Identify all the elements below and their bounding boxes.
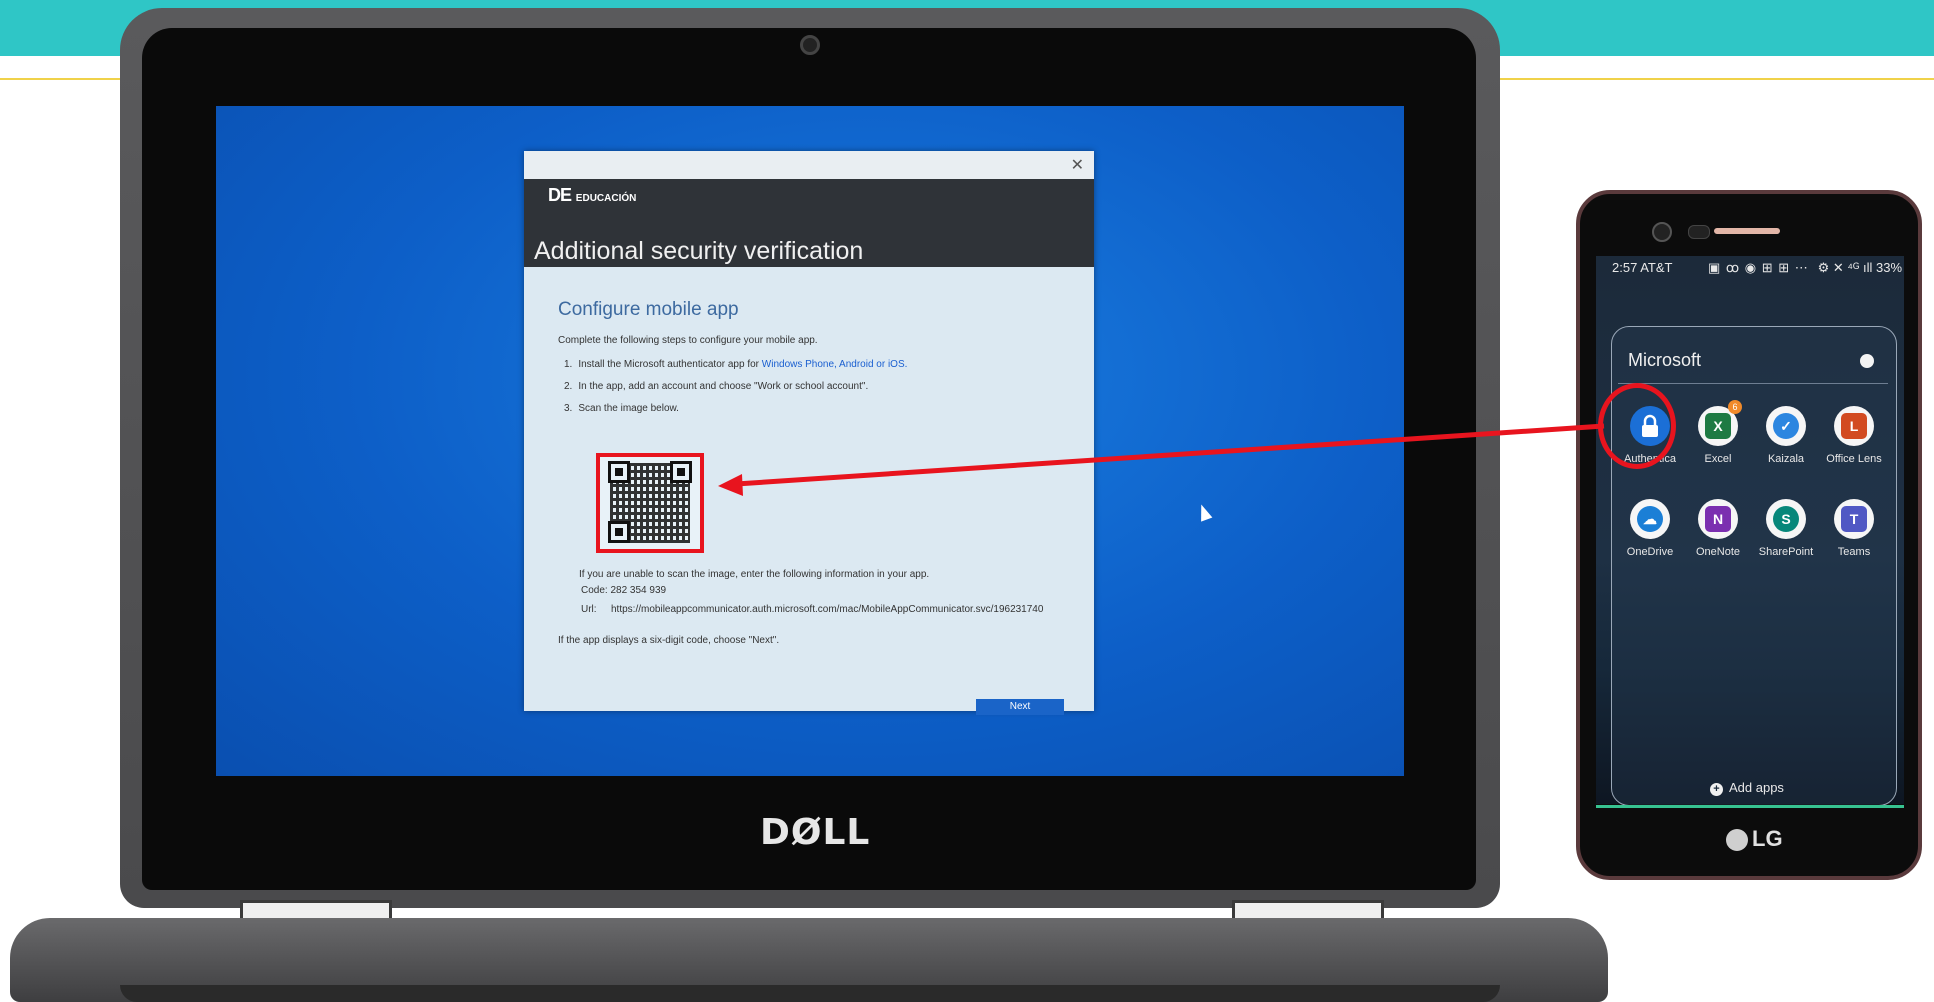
phone-camera xyxy=(1652,222,1672,242)
sharepoint-icon: S xyxy=(1766,499,1806,539)
app-teams[interactable]: T Teams xyxy=(1820,499,1888,558)
app-office-lens[interactable]: L Office Lens xyxy=(1820,406,1888,465)
phone-sensor xyxy=(1688,225,1710,239)
app-sharepoint[interactable]: S SharePoint xyxy=(1752,499,1820,558)
url-value: https://mobileappcommunicator.auth.micro… xyxy=(611,604,1044,615)
kaizala-icon: ✓ xyxy=(1766,406,1806,446)
six-digit-text: If the app displays a six-digit code, ch… xyxy=(558,635,780,646)
platform-links[interactable]: Windows Phone, Android or iOS. xyxy=(762,359,908,370)
folder-color-dot[interactable] xyxy=(1860,354,1874,368)
status-notification-icons: ▣ ꝏ ◉ ⊞ ⊞ ⋯ xyxy=(1708,260,1809,275)
status-system-icons: ⚙ ✕ ⁴ᴳ ıll 33% xyxy=(1817,260,1902,275)
laptop-base-shadow xyxy=(120,985,1500,1002)
status-time-carrier: 2:57 AT&T xyxy=(1612,260,1673,275)
org-logo-initials: DE xyxy=(548,185,572,205)
step-1: 1. Install the Microsoft authenticator ap… xyxy=(564,359,908,370)
org-logo-name: EDUCACIÓN xyxy=(575,193,637,204)
app-label: Kaizala xyxy=(1767,453,1805,465)
dell-logo: DØLL xyxy=(760,812,871,853)
folder-title: Microsoft xyxy=(1628,350,1702,370)
qr-finder-top-right xyxy=(670,461,692,483)
webcam xyxy=(800,35,820,55)
close-icon[interactable]: ✕ xyxy=(1071,155,1084,175)
unable-to-scan-text: If you are unable to scan the image, ent… xyxy=(579,569,930,580)
office-lens-icon: L xyxy=(1834,406,1874,446)
app-label: Office Lens xyxy=(1826,453,1882,465)
dialog-body: Configure mobile app Complete the follow… xyxy=(524,267,1094,715)
authenticator-highlight-circle xyxy=(1598,383,1676,469)
phone-nav-accent xyxy=(1596,805,1904,808)
notification-badge: 6 xyxy=(1728,400,1742,414)
step-1-text: Install the Microsoft authenticator app … xyxy=(578,359,762,370)
folder-divider xyxy=(1618,383,1888,384)
app-label: OneDrive xyxy=(1626,546,1674,558)
qr-finder-bottom-left xyxy=(608,521,630,543)
add-apps-button[interactable]: + Add apps xyxy=(1710,780,1784,796)
configure-heading: Configure mobile app xyxy=(558,299,739,320)
office-lens-glyph: L xyxy=(1841,413,1867,439)
onedrive-icon: ☁ xyxy=(1630,499,1670,539)
dialog-header: DE EDUCACIÓN Additional security verific… xyxy=(524,179,1094,267)
app-excel[interactable]: X 6 Excel xyxy=(1684,400,1752,465)
app-onedrive[interactable]: ☁ OneDrive xyxy=(1616,499,1684,558)
dialog-title: Additional security verification xyxy=(534,237,864,266)
teams-glyph: T xyxy=(1841,506,1867,532)
onenote-icon: N xyxy=(1698,499,1738,539)
org-logo: DE EDUCACIÓN xyxy=(548,185,638,205)
add-apps-label: Add apps xyxy=(1729,780,1784,795)
step-2-text: In the app, add an account and choose "W… xyxy=(578,381,869,392)
app-label: Excel xyxy=(1704,453,1732,465)
app-onenote[interactable]: N OneNote xyxy=(1684,499,1752,558)
app-kaizala[interactable]: ✓ Kaizala xyxy=(1752,406,1820,465)
step-3: 3. Scan the image below. xyxy=(564,403,679,414)
excel-glyph: X xyxy=(1705,413,1731,439)
mouse-cursor-icon xyxy=(1195,502,1213,522)
next-button[interactable]: Next xyxy=(976,699,1064,715)
code-value: Code: 282 354 939 xyxy=(581,585,667,596)
lg-circle-icon xyxy=(1726,829,1748,852)
app-label: Teams xyxy=(1837,546,1871,558)
teams-icon: T xyxy=(1834,499,1874,539)
step-3-text: Scan the image below. xyxy=(578,403,679,414)
step-2: 2. In the app, add an account and choose … xyxy=(564,381,869,392)
configure-intro: Complete the following steps to configur… xyxy=(558,335,818,346)
onenote-glyph: N xyxy=(1705,506,1731,532)
laptop-screen: ✕ DE EDUCACIÓN Additional security verif… xyxy=(216,106,1404,776)
dialog-titlebar: ✕ xyxy=(524,151,1094,179)
qr-code-highlight xyxy=(596,453,704,553)
plus-icon: + xyxy=(1710,783,1723,796)
onedrive-glyph: ☁ xyxy=(1637,506,1663,532)
url-label: Url: xyxy=(581,604,597,615)
sharepoint-glyph: S xyxy=(1773,506,1799,532)
security-verification-dialog: ✕ DE EDUCACIÓN Additional security verif… xyxy=(524,151,1094,715)
lg-logo: LG xyxy=(1726,826,1783,852)
qr-finder-top-left xyxy=(608,461,630,483)
phone-earpiece xyxy=(1714,228,1780,234)
app-label: SharePoint xyxy=(1758,546,1814,558)
app-label: OneNote xyxy=(1695,546,1741,558)
phone-status-bar: 2:57 AT&T ▣ ꝏ ◉ ⊞ ⊞ ⋯ ⚙ ✕ ⁴ᴳ ıll 33% xyxy=(1612,260,1902,280)
kaizala-glyph: ✓ xyxy=(1773,413,1799,439)
lg-brand-text: LG xyxy=(1752,826,1783,851)
